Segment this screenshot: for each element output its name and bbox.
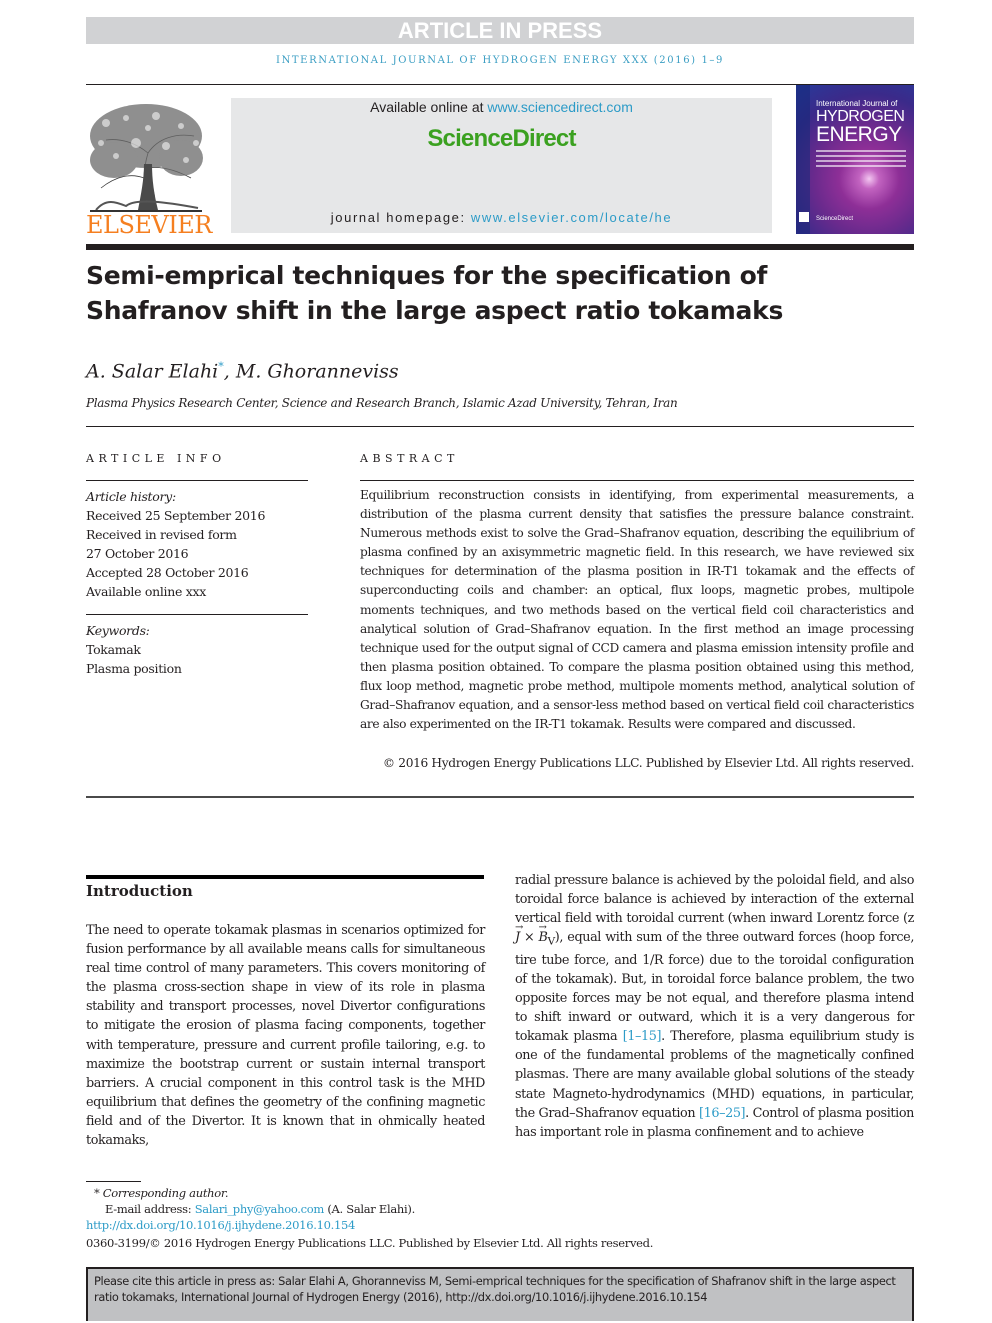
body-text: radial pressure balance is achieved by t… <box>515 873 914 927</box>
running-head: INTERNATIONAL JOURNAL OF HYDROGEN ENERGY… <box>276 55 724 66</box>
history-item: Received 25 September 2016 <box>86 508 266 523</box>
email-label: E-mail address: <box>105 1202 195 1216</box>
homepage-prefix: journal homepage: <box>330 210 471 225</box>
email-note: E-mail address: Salari_phy@yahoo.com (A.… <box>105 1201 415 1217</box>
email-link[interactable]: Salari_phy@yahoo.com <box>195 1202 325 1216</box>
elsevier-wordmark: ELSEVIER <box>86 211 212 239</box>
article-title: Semi-emprical techniques for the specifi… <box>86 261 784 325</box>
citation-link[interactable]: [16–25] <box>699 1106 746 1121</box>
affiliation: Plasma Physics Research Center, Science … <box>86 396 678 410</box>
keyword-item: Plasma position <box>86 661 182 676</box>
citation-box: Please cite this article in press as: Sa… <box>86 1267 914 1321</box>
author-list: A. Salar Elahi*, M. Ghoranneviss <box>86 360 399 382</box>
cover-line3: ENERGY <box>816 123 902 146</box>
body-left-column: The need to operate tokamak plasmas in s… <box>86 923 485 1149</box>
abstract-text: Equilibrium reconstruction consists in i… <box>360 488 914 732</box>
citation-link[interactable]: [1–15] <box>623 1029 662 1044</box>
email-owner: (A. Salar Elahi). <box>323 1202 415 1216</box>
article-info-rule <box>86 480 308 481</box>
footnote-rule <box>86 1181 141 1182</box>
abstract-rule <box>360 480 914 481</box>
article-in-press-banner: ARTICLE IN PRESS <box>86 17 914 44</box>
vector-j: J <box>515 918 523 947</box>
doi-line: http://dx.doi.org/10.1016/j.ijhydene.201… <box>86 1217 355 1233</box>
body-right-column: radial pressure balance is achieved by t… <box>515 871 914 1142</box>
author-name: M. Ghoranneviss <box>235 360 399 383</box>
author-name: A. Salar Elahi <box>86 360 219 383</box>
subscript-v: V <box>547 934 556 948</box>
article-history-label: Article history: <box>86 489 176 504</box>
history-item: Received in revised form <box>86 527 237 542</box>
author-separator: , <box>223 360 236 383</box>
doi-link[interactable]: http://dx.doi.org/10.1016/j.ijhydene.201… <box>86 1218 355 1232</box>
abstract-heading: ABSTRACT <box>360 452 459 465</box>
abstract-end-rule <box>86 796 914 798</box>
corresponding-author-note: * Corresponding author. <box>94 1186 229 1200</box>
journal-homepage-line: journal homepage: www.elsevier.com/locat… <box>231 210 772 225</box>
history-item: Available online xxx <box>86 584 206 599</box>
keywords-label: Keywords: <box>86 623 150 638</box>
banner-label: ARTICLE IN PRESS <box>397 18 603 43</box>
sciencedirect-brand: ScienceDirect <box>427 125 576 152</box>
issn-copyright: 0360-3199/© 2016 Hydrogen Energy Publica… <box>86 1236 654 1250</box>
keyword-item: Tokamak <box>86 642 141 657</box>
history-item: 27 October 2016 <box>86 546 189 561</box>
body-text: ), equal with sum of the three outward f… <box>515 930 914 1045</box>
abstract-copyright: © 2016 Hydrogen Energy Publications LLC.… <box>382 756 914 770</box>
journal-homepage-link[interactable]: www.elsevier.com/locate/he <box>471 210 672 225</box>
cover-line1: International Journal of <box>816 99 898 108</box>
vector-b: B <box>538 918 547 947</box>
article-history: Article history: Received 25 September 2… <box>86 487 316 601</box>
sciencedirect-link[interactable]: www.sciencedirect.com <box>487 99 633 115</box>
keywords-rule <box>86 614 308 615</box>
available-online-line: Available online at www.sciencedirect.co… <box>231 99 772 115</box>
cover-publisher-icon <box>799 212 809 222</box>
section-rule <box>86 875 484 879</box>
cover-editor-lines <box>816 147 906 170</box>
history-item: Accepted 28 October 2016 <box>86 565 249 580</box>
journal-cover-image: International Journal of HYDROGEN ENERGY… <box>796 85 914 234</box>
available-online-prefix: Available online at <box>370 99 488 115</box>
section-heading-introduction: Introduction <box>86 882 193 900</box>
keywords: Keywords: Tokamak Plasma position <box>86 621 316 678</box>
affiliation-rule <box>86 426 914 427</box>
article-info-heading: ARTICLE INFO <box>86 452 226 465</box>
header-thick-rule <box>86 244 914 250</box>
cover-footer: ScienceDirect <box>816 216 854 222</box>
header-rule <box>86 84 914 85</box>
